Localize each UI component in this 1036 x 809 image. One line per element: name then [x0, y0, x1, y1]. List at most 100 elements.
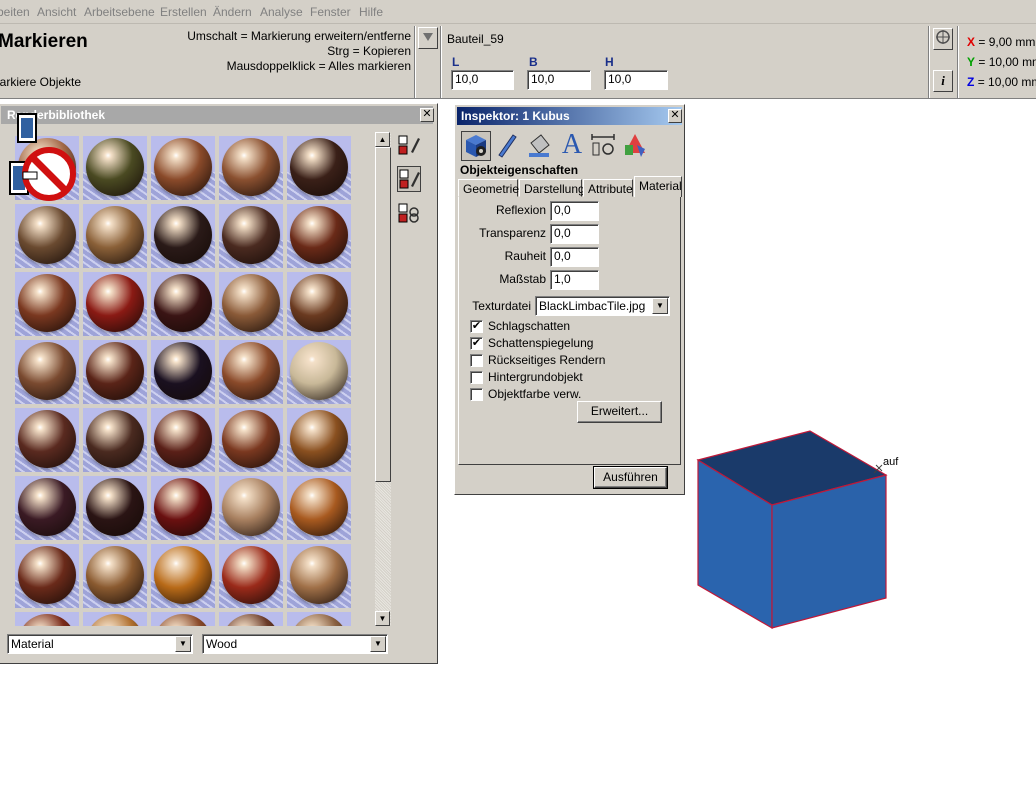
material-swatch[interactable]	[219, 544, 283, 608]
width-input[interactable]: 10,0	[527, 70, 591, 90]
inspector-panel: Inspektor: 1 Kubus ✕ A Objekteigenschaft…	[454, 104, 685, 495]
length-input[interactable]: 10,0	[451, 70, 514, 90]
chevron-down-icon[interactable]: ▼	[175, 636, 191, 652]
material-swatch[interactable]	[287, 544, 351, 608]
rueckseitiges-rendern-checkbox[interactable]	[470, 354, 483, 367]
material-swatch[interactable]	[15, 544, 79, 608]
menu-fenster[interactable]: Fenster	[310, 5, 351, 19]
hintergrundobjekt-checkbox[interactable]	[470, 371, 483, 384]
material-swatch[interactable]	[219, 204, 283, 268]
material-swatch[interactable]	[219, 340, 283, 404]
material-swatch[interactable]	[15, 272, 79, 336]
material-swatch[interactable]	[151, 136, 215, 200]
height-input[interactable]: 10,0	[604, 70, 668, 90]
chevron-down-icon[interactable]: ▼	[370, 636, 386, 652]
material-swatch[interactable]	[287, 476, 351, 540]
material-swatch[interactable]	[83, 204, 147, 268]
hint-line-3: Mausdoppelklick = Alles markieren	[226, 59, 411, 73]
z-coordinate: Z = 10,00 mm	[967, 75, 1036, 89]
material-sphere	[86, 206, 144, 264]
material-swatch[interactable]	[83, 408, 147, 472]
material-swatch[interactable]	[219, 612, 283, 626]
material-swatch[interactable]	[15, 408, 79, 472]
edit-material-button[interactable]	[397, 132, 421, 158]
chevron-down-icon[interactable]: ▼	[652, 298, 668, 314]
material-sphere	[290, 206, 348, 264]
material-swatch[interactable]	[151, 476, 215, 540]
material-sphere	[86, 478, 144, 536]
material-sphere	[154, 614, 212, 626]
material-swatch[interactable]	[287, 204, 351, 268]
library-type-select[interactable]: Wood ▼	[202, 634, 388, 654]
material-swatch[interactable]	[287, 136, 351, 200]
material-swatch[interactable]	[219, 272, 283, 336]
material-swatch[interactable]	[83, 544, 147, 608]
material-swatch[interactable]	[83, 340, 147, 404]
tab-darstellung[interactable]: Darstellung	[519, 179, 585, 197]
texture-select[interactable]: BlackLimbacTile.jpg ▼	[535, 296, 670, 316]
material-swatch[interactable]	[151, 408, 215, 472]
material-swatch[interactable]	[83, 476, 147, 540]
execute-button[interactable]: Ausführen	[593, 466, 668, 489]
inspector-close-button[interactable]: ✕	[668, 109, 682, 123]
y-coordinate: Y = 10,00 mm	[967, 55, 1036, 69]
material-swatch[interactable]	[83, 612, 147, 626]
material-swatch[interactable]	[15, 612, 79, 626]
library-category-select[interactable]: Material ▼	[7, 634, 193, 654]
dimension-properties-button[interactable]	[589, 131, 619, 161]
material-swatch[interactable]	[83, 136, 147, 200]
material-swatch[interactable]	[287, 272, 351, 336]
menu-analyse[interactable]: Analyse	[260, 5, 303, 19]
material-swatch[interactable]	[151, 544, 215, 608]
material-swatch[interactable]	[151, 340, 215, 404]
material-swatch[interactable]	[151, 612, 215, 626]
massstab-input[interactable]: 1,0	[550, 270, 599, 290]
advanced-button[interactable]: Erweitert...	[577, 401, 662, 423]
material-swatch[interactable]	[15, 476, 79, 540]
line-properties-button[interactable]	[493, 131, 523, 161]
menu-aendern[interactable]: Ändern	[213, 5, 252, 19]
toolbar-divider	[414, 26, 416, 98]
analysis-properties-button[interactable]	[621, 131, 651, 161]
render-library-panel: Renderbibliothek ✕ ▲ ▼ Material ▼ Wood ▼	[0, 103, 438, 664]
object-properties-tab-button[interactable]	[461, 131, 491, 161]
snap-label: auf	[883, 456, 899, 468]
tab-material[interactable]: Material	[634, 176, 682, 197]
tab-attribute[interactable]: Attribute	[583, 179, 633, 197]
material-swatch[interactable]	[287, 340, 351, 404]
snap-button[interactable]	[933, 28, 953, 50]
material-swatch[interactable]	[151, 204, 215, 268]
menu-hilfe[interactable]: Hilfe	[359, 5, 383, 19]
scroll-thumb[interactable]	[375, 147, 391, 482]
scroll-up-button[interactable]: ▲	[375, 132, 390, 147]
material-swatch[interactable]	[15, 204, 79, 268]
menu-erstellen[interactable]: Erstellen	[160, 5, 207, 19]
material-swatch[interactable]	[15, 340, 79, 404]
material-swatch[interactable]	[219, 476, 283, 540]
text-properties-button[interactable]: A	[557, 131, 587, 161]
tab-geometrie[interactable]: Geometrie	[458, 179, 519, 197]
schattenspiegelung-checkbox[interactable]: ✔	[470, 337, 483, 350]
render-library-close-button[interactable]: ✕	[420, 108, 434, 122]
objektfarbe-checkbox[interactable]	[470, 388, 483, 401]
reflexion-input[interactable]: 0,0	[550, 201, 599, 221]
material-swatch[interactable]	[219, 408, 283, 472]
dropdown-button[interactable]	[418, 27, 438, 49]
material-swatch[interactable]	[151, 272, 215, 336]
edit-material-group-button[interactable]	[397, 166, 421, 192]
transparenz-input[interactable]: 0,0	[550, 224, 599, 244]
material-swatch[interactable]	[287, 612, 351, 626]
link-material-button[interactable]	[397, 200, 421, 226]
menu-ansicht[interactable]: Ansicht	[37, 5, 76, 19]
menu-bearbeiten[interactable]: beiten	[0, 5, 30, 19]
material-swatch[interactable]	[219, 136, 283, 200]
menu-arbeitsebene[interactable]: Arbeitsebene	[84, 5, 155, 19]
material-swatch[interactable]	[287, 408, 351, 472]
schlagschatten-checkbox[interactable]: ✔	[470, 320, 483, 333]
fill-properties-button[interactable]	[525, 131, 555, 161]
viewport-cube[interactable]: auf	[690, 425, 910, 635]
material-swatch[interactable]	[83, 272, 147, 336]
rauheit-input[interactable]: 0,0	[550, 247, 599, 267]
info-button[interactable]: i	[933, 70, 953, 92]
scroll-down-button[interactable]: ▼	[375, 611, 390, 626]
